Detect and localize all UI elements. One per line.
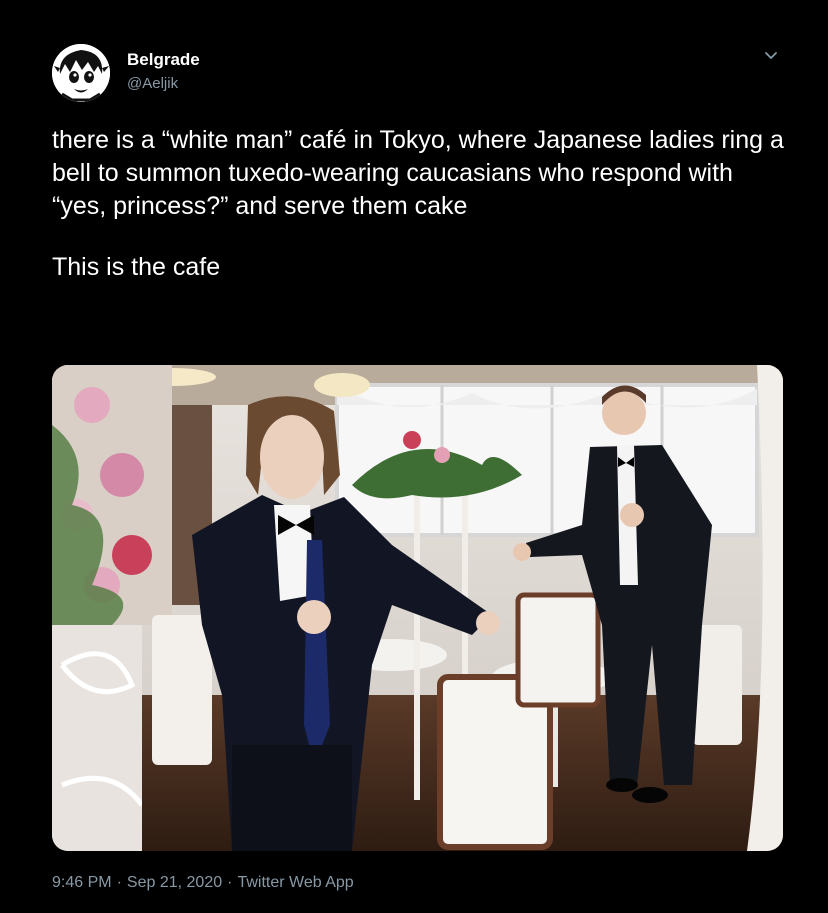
tweet-time[interactable]: 9:46 PM [52, 874, 112, 892]
tweet-metadata: 9:46 PM · Sep 21, 2020 · Twitter Web App [52, 874, 354, 892]
tweet-header: Belgrade @Aeljik [52, 44, 782, 106]
user-handle[interactable]: @Aeljik [127, 75, 200, 92]
user-info[interactable]: Belgrade @Aeljik [127, 50, 200, 92]
tweet-photo[interactable] [52, 365, 783, 851]
separator-dot: · [227, 874, 233, 891]
separator-dot: · [116, 874, 122, 891]
chevron-down-icon[interactable] [760, 44, 782, 66]
cafe-photo-illustration [52, 365, 783, 851]
anime-avatar-icon [52, 44, 110, 102]
tweet-source[interactable]: Twitter Web App [237, 874, 353, 892]
tweet-paragraph: there is a “white man” café in Tokyo, wh… [52, 126, 784, 220]
display-name[interactable]: Belgrade [127, 50, 200, 70]
avatar[interactable] [52, 44, 110, 102]
tweet-paragraph: This is the cafe [52, 253, 221, 281]
tweet-date[interactable]: Sep 21, 2020 [127, 874, 222, 892]
tweet-text: there is a “white man” café in Tokyo, wh… [52, 124, 792, 284]
